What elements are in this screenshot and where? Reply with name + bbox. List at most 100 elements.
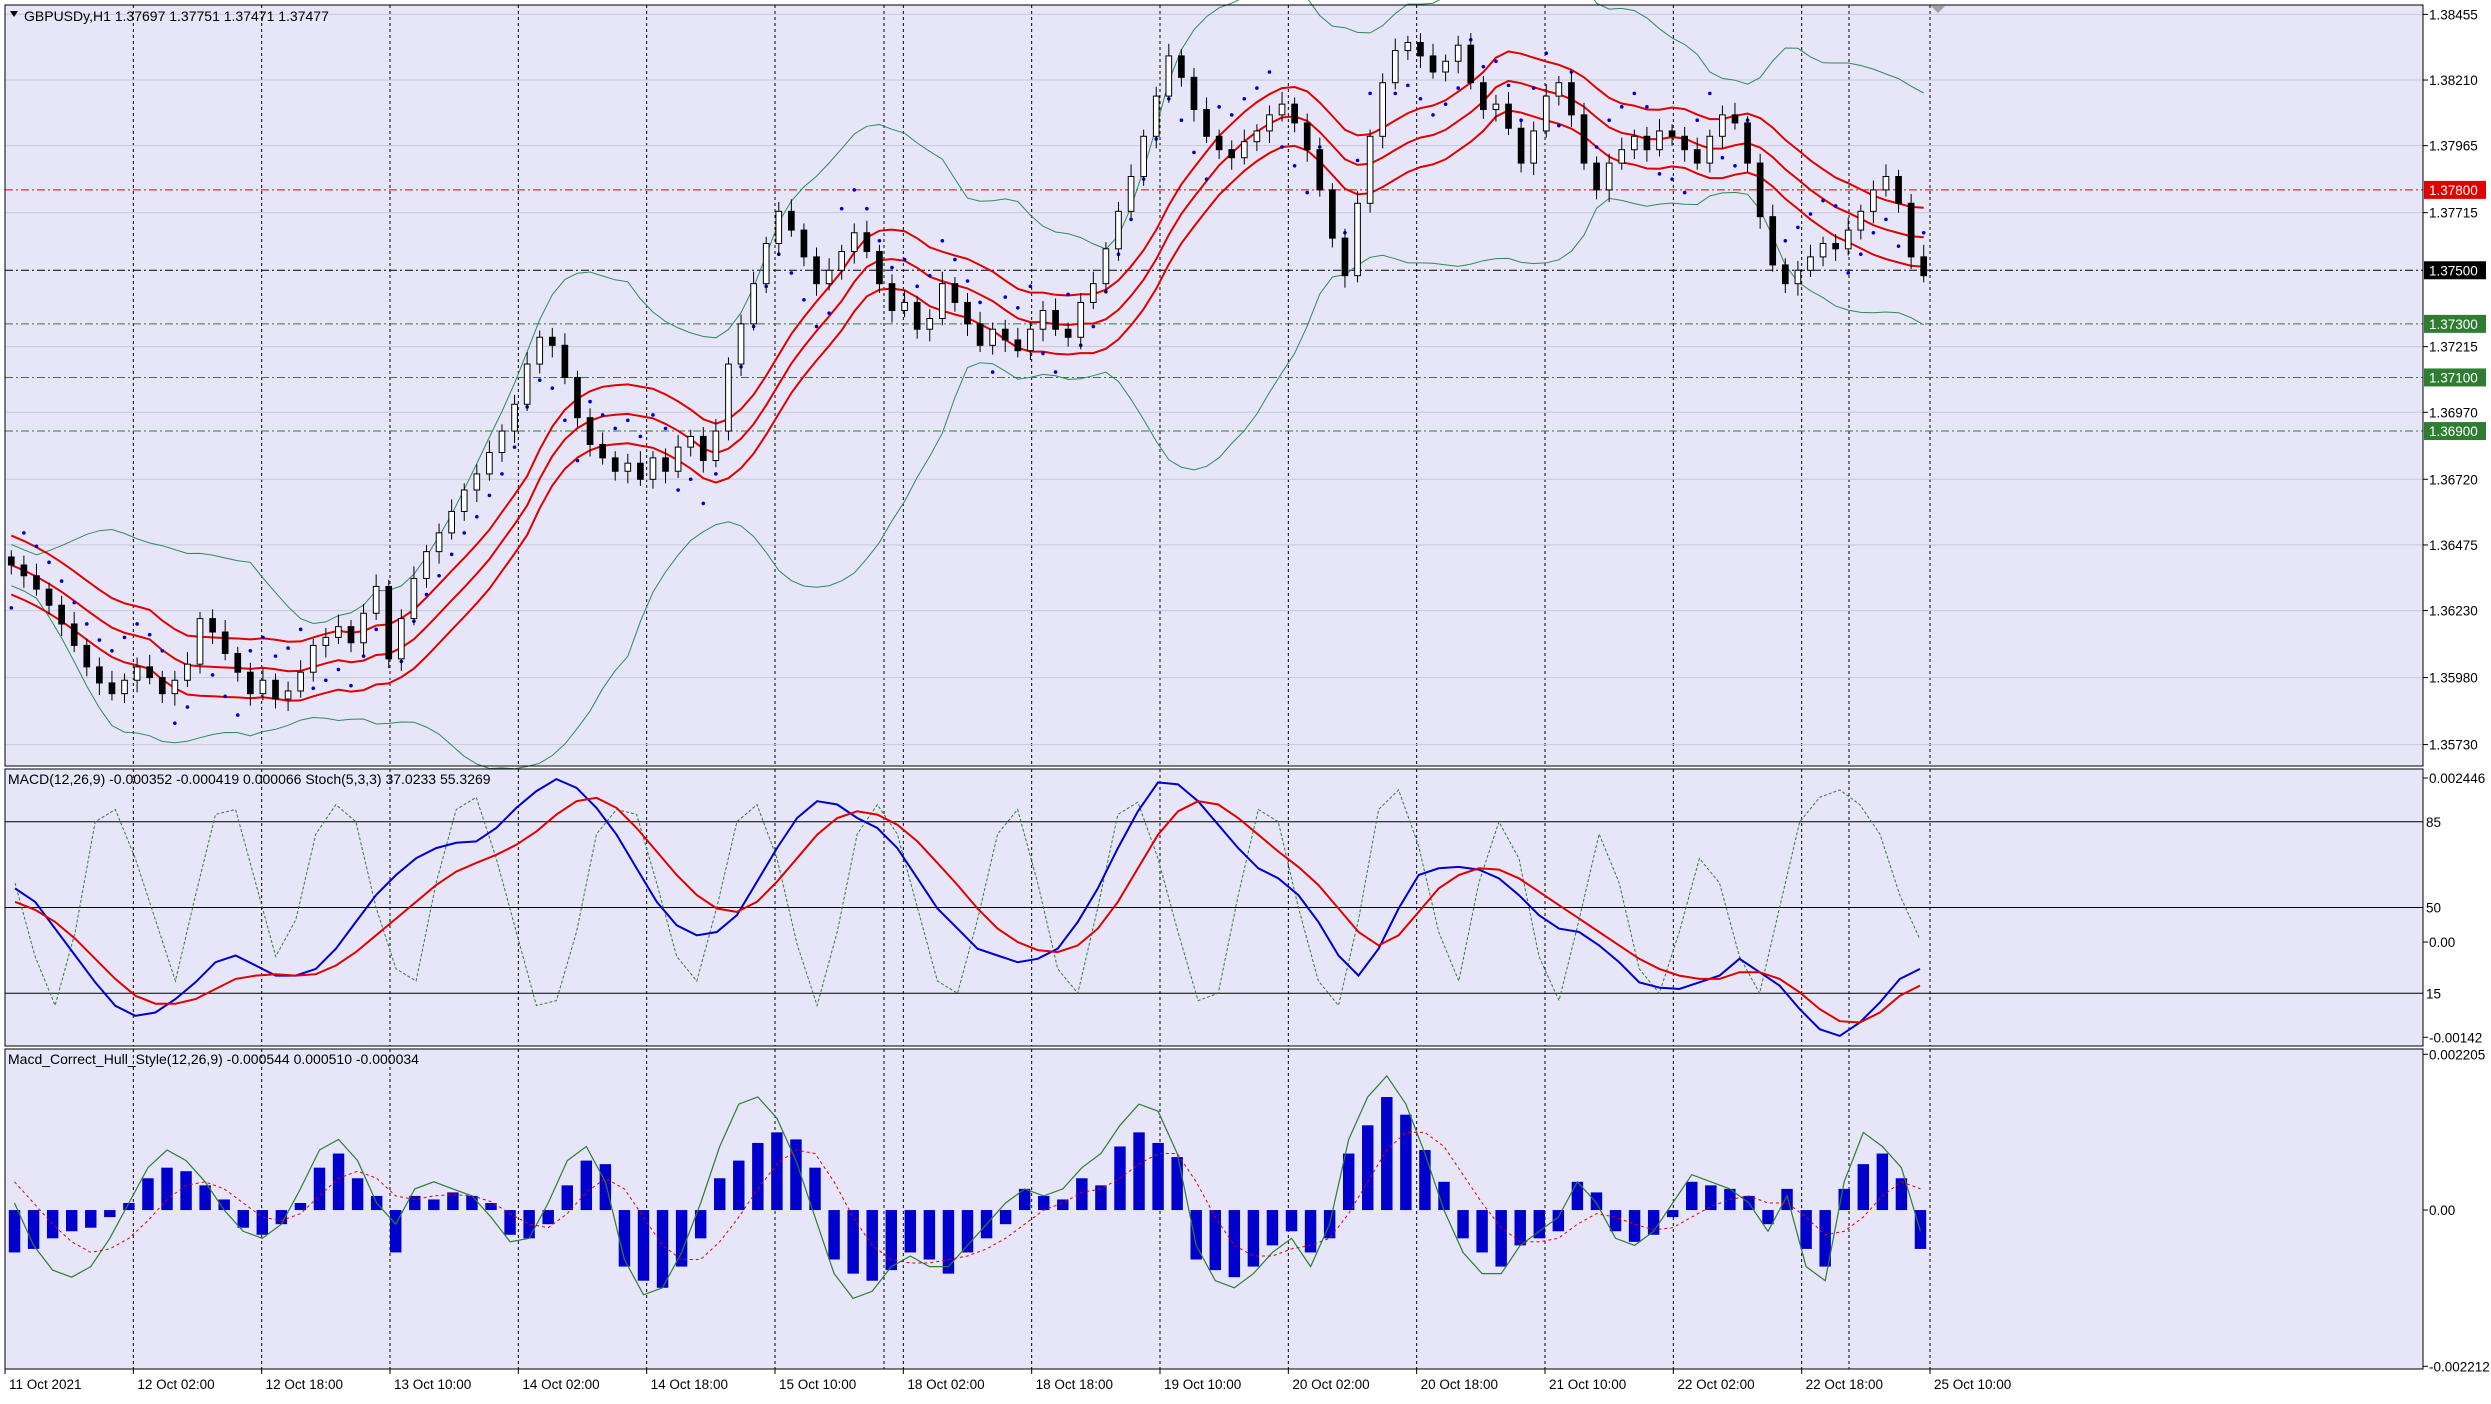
sar-dot — [500, 472, 504, 476]
candle-body — [448, 510, 455, 534]
candle-body — [1291, 103, 1298, 124]
histogram-bar — [1495, 1210, 1507, 1267]
candle-body — [423, 551, 430, 579]
candle-body — [247, 671, 254, 695]
candle-body — [1039, 309, 1047, 330]
sar-dot — [1619, 105, 1624, 109]
sar-dot — [1557, 123, 1561, 128]
sar-dot — [1003, 295, 1008, 299]
sar-dot — [1028, 284, 1033, 289]
sar-dot — [1670, 177, 1674, 181]
sar-dot — [424, 592, 429, 597]
hull-axis-label: 0.00 — [2429, 1203, 2455, 1218]
sar-dot — [1406, 83, 1410, 88]
macd-axis-label: -0.00142 — [2429, 1030, 2482, 1045]
candle-body — [309, 644, 317, 673]
chart-canvas[interactable]: GBPUSDy,H1 1.37697 1.37751 1.37471 1.374… — [0, 0, 2491, 1399]
price-axis-label: 1.36230 — [2429, 604, 2478, 619]
histogram-bar — [1228, 1210, 1241, 1278]
candle-body — [322, 636, 330, 646]
candle-body — [1920, 256, 1928, 277]
histogram-bar — [1133, 1132, 1145, 1211]
sar-dot — [1443, 102, 1448, 106]
hull-histogram-panel[interactable]: Macd_Correct_Hull_Style(12,26,9) -0.0005… — [4, 1047, 2490, 1374]
sar-dot — [802, 297, 806, 302]
sar-dot — [1682, 190, 1687, 195]
macd-axis-label: 0.002446 — [2429, 771, 2485, 786]
sar-dot — [1305, 190, 1310, 195]
price-axis-label: 1.38455 — [2429, 7, 2478, 22]
sar-dot — [1267, 70, 1272, 74]
candle-body — [1366, 135, 1374, 204]
sar-dot — [789, 271, 794, 275]
candle-body — [1517, 127, 1525, 164]
candle-body — [486, 451, 493, 475]
candle-body — [234, 652, 242, 673]
sar-dot — [437, 573, 441, 578]
sar-dot — [1531, 86, 1536, 90]
candle-body — [1052, 309, 1059, 330]
candle-body — [687, 435, 695, 448]
candle-body — [574, 376, 581, 419]
price-panel[interactable]: GBPUSDy,H1 1.37697 1.37751 1.37471 1.374… — [4, 0, 2486, 770]
sar-dot — [1808, 212, 1813, 216]
time-axis-label: 22 Oct 18:00 — [1806, 1377, 1883, 1392]
histogram-bar — [428, 1199, 440, 1211]
histogram-bar — [1686, 1181, 1698, 1211]
time-axis-label: 20 Oct 02:00 — [1292, 1377, 1369, 1392]
candle-body — [951, 283, 959, 303]
sar-dot — [550, 386, 555, 390]
candle-body — [737, 323, 745, 365]
sar-dot — [1066, 292, 1070, 297]
histogram-bar — [1628, 1210, 1641, 1242]
candle-body — [1580, 114, 1588, 164]
histogram-bar — [1304, 1210, 1317, 1253]
price-axis-label: 1.37215 — [2429, 340, 2478, 355]
price-axis-label: 1.36970 — [2429, 405, 2478, 420]
sar-dot — [927, 273, 932, 278]
candle-body — [1882, 175, 1890, 191]
sar-dot — [110, 648, 114, 653]
hull-plot-area[interactable] — [5, 1049, 2423, 1369]
candle-body — [385, 585, 393, 660]
sar-dot — [563, 418, 567, 423]
candle-body — [561, 344, 569, 378]
sar-dot — [487, 493, 492, 498]
histogram-bar — [142, 1178, 154, 1211]
sar-dot — [1280, 145, 1284, 149]
sar-dot — [235, 713, 240, 717]
macd-stoch-panel[interactable]: 85 50 15 MACD(12,26,9) -0.000352 -0.000419… — [4, 768, 2485, 1047]
sar-dot — [1859, 252, 1863, 257]
sar-dot — [865, 206, 869, 211]
candle-body — [1668, 130, 1676, 137]
sar-dot — [1481, 64, 1486, 69]
trading-terminal-chart[interactable]: GBPUSDy,H1 1.37697 1.37751 1.37471 1.374… — [0, 0, 2491, 1399]
histogram-bar — [847, 1210, 859, 1274]
sar-dot — [210, 673, 215, 677]
price-plot-area[interactable] — [5, 5, 2423, 766]
sar-dot — [1871, 230, 1876, 235]
sar-dot — [978, 300, 982, 305]
candle-body — [725, 363, 732, 432]
time-axis-label: 13 Oct 10:00 — [394, 1377, 471, 1392]
candle-body — [33, 575, 40, 590]
histogram-bar — [1800, 1210, 1812, 1249]
candle-body — [1807, 256, 1814, 271]
sar-dot — [688, 477, 693, 482]
sar-dot — [1695, 118, 1700, 123]
sar-dot — [59, 579, 64, 583]
sar-dot — [72, 600, 76, 605]
histogram-bar — [27, 1210, 40, 1249]
candle-body — [1530, 130, 1538, 164]
candle-body — [372, 585, 380, 614]
histogram-bar — [561, 1185, 573, 1211]
sar-dot — [852, 188, 857, 192]
candle-body — [989, 328, 996, 346]
candle-body — [800, 229, 808, 258]
candle-body — [1278, 103, 1286, 116]
candle-body — [863, 232, 871, 253]
time-axis-label: 18 Oct 18:00 — [1036, 1377, 1113, 1392]
sar-dot — [185, 705, 190, 709]
sar-dot — [625, 418, 630, 423]
candle-body — [1643, 135, 1651, 151]
